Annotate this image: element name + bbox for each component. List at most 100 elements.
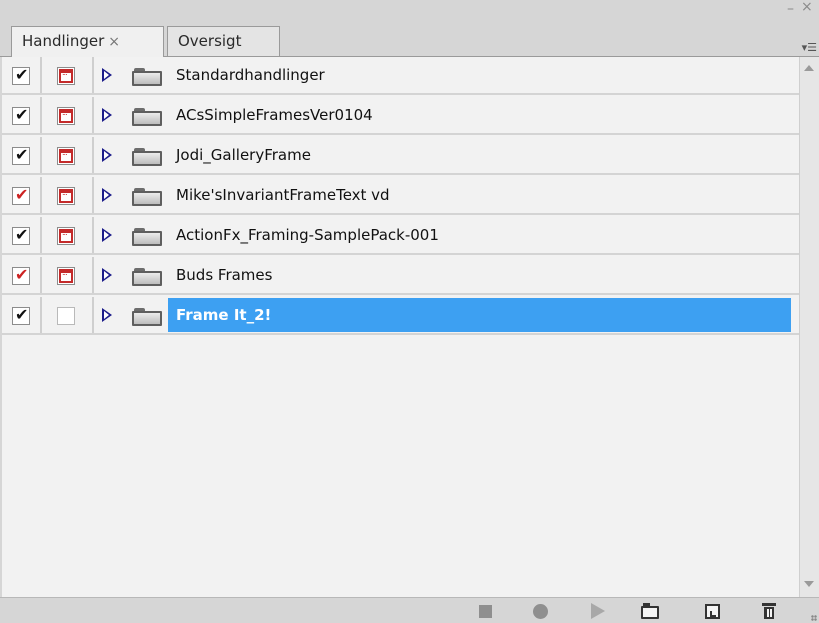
folder-icon <box>132 148 164 166</box>
dialog-toggle[interactable] <box>57 267 75 285</box>
checkmark-icon: ✔ <box>15 145 29 164</box>
item-toggle-checkbox[interactable]: ✔ <box>12 105 30 125</box>
record-icon <box>533 604 548 619</box>
new-set-button[interactable] <box>640 602 660 620</box>
folder-icon <box>132 268 164 286</box>
toggle-item-cell: ✔ <box>2 97 42 133</box>
action-set-label: ActionFx_Framing-SamplePack-001 <box>176 226 439 244</box>
dialog-icon <box>59 148 73 163</box>
folder-icon <box>132 308 164 326</box>
actions-panel: – × Handlinger× Oversigt ▾☰ ✔ Standardha… <box>0 0 819 623</box>
folder-icon <box>132 188 164 206</box>
item-toggle-checkbox[interactable]: ✔ <box>12 185 30 205</box>
toggle-item-cell: ✔ <box>2 57 42 93</box>
item-toggle-checkbox[interactable]: ✔ <box>12 145 30 165</box>
scroll-up-arrow-icon[interactable] <box>804 65 814 71</box>
action-set-row[interactable]: ✔ Frame It_2! <box>2 297 799 335</box>
new-action-button[interactable] <box>703 602 723 620</box>
toggle-item-cell: ✔ <box>2 297 42 333</box>
expand-triangle-icon <box>102 188 112 202</box>
item-toggle-checkbox[interactable]: ✔ <box>12 265 30 285</box>
dialog-toggle-cell <box>42 257 94 293</box>
checkmark-icon: ✔ <box>15 105 29 124</box>
checkmark-icon: ✔ <box>15 225 29 244</box>
expand-arrow[interactable] <box>102 108 116 124</box>
expand-arrow[interactable] <box>102 268 116 284</box>
expand-arrow[interactable] <box>102 188 116 204</box>
tab-label: Oversigt <box>178 32 242 50</box>
dialog-toggle-cell <box>42 297 94 333</box>
dialog-toggle-cell <box>42 57 94 93</box>
scroll-down-arrow-icon[interactable] <box>804 581 814 587</box>
expand-triangle-icon <box>102 68 112 82</box>
dialog-toggle[interactable] <box>57 307 75 325</box>
dialog-icon <box>59 188 73 203</box>
expand-arrow[interactable] <box>102 228 116 244</box>
item-toggle-checkbox[interactable]: ✔ <box>12 225 30 245</box>
action-set-label: ACsSimpleFramesVer0104 <box>176 106 373 124</box>
action-set-row[interactable]: ✔ Mike'sInvariantFrameText vd <box>2 177 799 215</box>
dialog-toggle[interactable] <box>57 187 75 205</box>
stop-icon <box>479 605 492 618</box>
record-button[interactable] <box>531 602 551 620</box>
dialog-icon <box>59 228 73 243</box>
toggle-item-cell: ✔ <box>2 257 42 293</box>
action-set-row[interactable]: ✔ Buds Frames <box>2 257 799 295</box>
panel-menu-icon[interactable]: ▾☰ <box>799 42 817 54</box>
expand-triangle-icon <box>102 268 112 282</box>
expand-arrow[interactable] <box>102 308 116 324</box>
expand-arrow[interactable] <box>102 148 116 164</box>
action-set-row[interactable]: ✔ Jodi_GalleryFrame <box>2 137 799 175</box>
action-set-label: Mike'sInvariantFrameText vd <box>176 186 390 204</box>
dialog-icon <box>59 268 73 283</box>
delete-button[interactable] <box>759 602 779 620</box>
tab-label: Handlinger <box>22 32 105 50</box>
expand-triangle-icon <box>102 228 112 242</box>
action-set-label: Jodi_GalleryFrame <box>176 146 311 164</box>
vertical-scrollbar[interactable] <box>799 57 819 597</box>
minimize-icon[interactable]: – <box>787 2 794 16</box>
dialog-toggle-cell <box>42 177 94 213</box>
new-set-icon <box>641 603 659 619</box>
close-icon[interactable]: × <box>801 0 813 14</box>
play-icon <box>591 603 605 619</box>
checkmark-icon: ✔ <box>15 305 29 324</box>
actions-toolbar <box>0 597 819 623</box>
dialog-icon <box>59 108 73 123</box>
resize-grip-icon[interactable] <box>811 615 817 621</box>
tab-handlinger[interactable]: Handlinger × <box>11 26 164 57</box>
play-button[interactable] <box>587 602 607 620</box>
panel-tabbar: Handlinger × Oversigt ▾☰ <box>0 20 819 57</box>
action-set-row[interactable]: ✔ Standardhandlinger <box>2 57 799 95</box>
tab-close-icon[interactable]: × <box>108 34 120 50</box>
checkmark-icon: ✔ <box>15 265 29 284</box>
item-toggle-checkbox[interactable]: ✔ <box>12 305 30 325</box>
checkmark-icon: ✔ <box>15 65 29 84</box>
dialog-toggle[interactable] <box>57 107 75 125</box>
new-action-icon <box>705 604 720 619</box>
item-toggle-checkbox[interactable]: ✔ <box>12 65 30 85</box>
dialog-toggle-cell <box>42 217 94 253</box>
delete-icon <box>762 603 776 620</box>
toggle-item-cell: ✔ <box>2 217 42 253</box>
expand-triangle-icon <box>102 308 112 322</box>
expand-triangle-icon <box>102 148 112 162</box>
action-set-label: Buds Frames <box>176 266 273 284</box>
dialog-toggle[interactable] <box>57 227 75 245</box>
dialog-toggle[interactable] <box>57 147 75 165</box>
actions-list: ✔ Standardhandlinger ✔ ACsSimpleFramesVe… <box>2 57 799 597</box>
stop-button[interactable] <box>476 602 496 620</box>
expand-arrow[interactable] <box>102 68 116 84</box>
folder-icon <box>132 68 164 86</box>
action-set-label: Standardhandlinger <box>176 66 325 84</box>
toggle-item-cell: ✔ <box>2 137 42 173</box>
action-set-label: Frame It_2! <box>168 298 791 332</box>
dialog-toggle[interactable] <box>57 67 75 85</box>
panel-window-controls: – × <box>775 0 815 20</box>
checkmark-icon: ✔ <box>15 185 29 204</box>
action-set-row[interactable]: ✔ ACsSimpleFramesVer0104 <box>2 97 799 135</box>
folder-icon <box>132 228 164 246</box>
tab-oversigt[interactable]: Oversigt <box>167 26 280 56</box>
action-set-row[interactable]: ✔ ActionFx_Framing-SamplePack-001 <box>2 217 799 255</box>
dialog-toggle-cell <box>42 97 94 133</box>
